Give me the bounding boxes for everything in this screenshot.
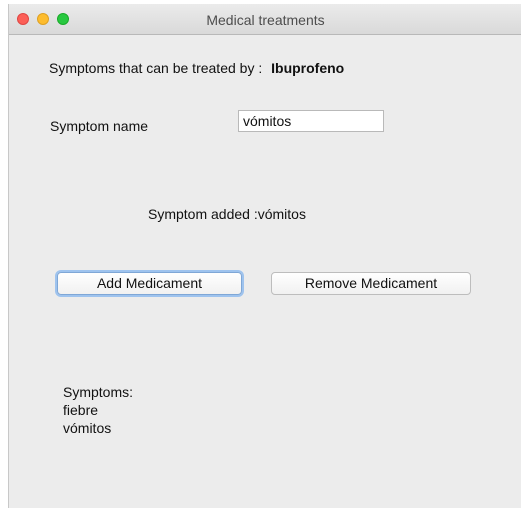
app-window: Medical treatments Symptoms that can be … [8,4,521,508]
medicament-name: Ibuprofeno [271,60,345,76]
symptoms-heading: Symptoms: [63,384,134,400]
remove-medicament-button[interactable]: Remove Medicament [271,272,471,295]
window-title: Medical treatments [206,12,325,28]
treated-by-heading: Symptoms that can be treated by : Ibupro… [49,60,344,76]
symptom-item: vómitos [63,420,112,436]
symptom-item: fiebre [63,402,99,418]
symptom-name-label: Symptom name [50,118,149,134]
symptoms-list: Symptoms: fiebre vómitos [63,383,133,437]
treated-by-label: Symptoms that can be treated by : [49,60,263,76]
symptom-name-input[interactable] [238,110,384,132]
add-medicament-button[interactable]: Add Medicament [57,272,242,295]
title-bar[interactable]: Medical treatments [9,4,521,35]
status-message: Symptom added :vómitos [148,206,306,222]
